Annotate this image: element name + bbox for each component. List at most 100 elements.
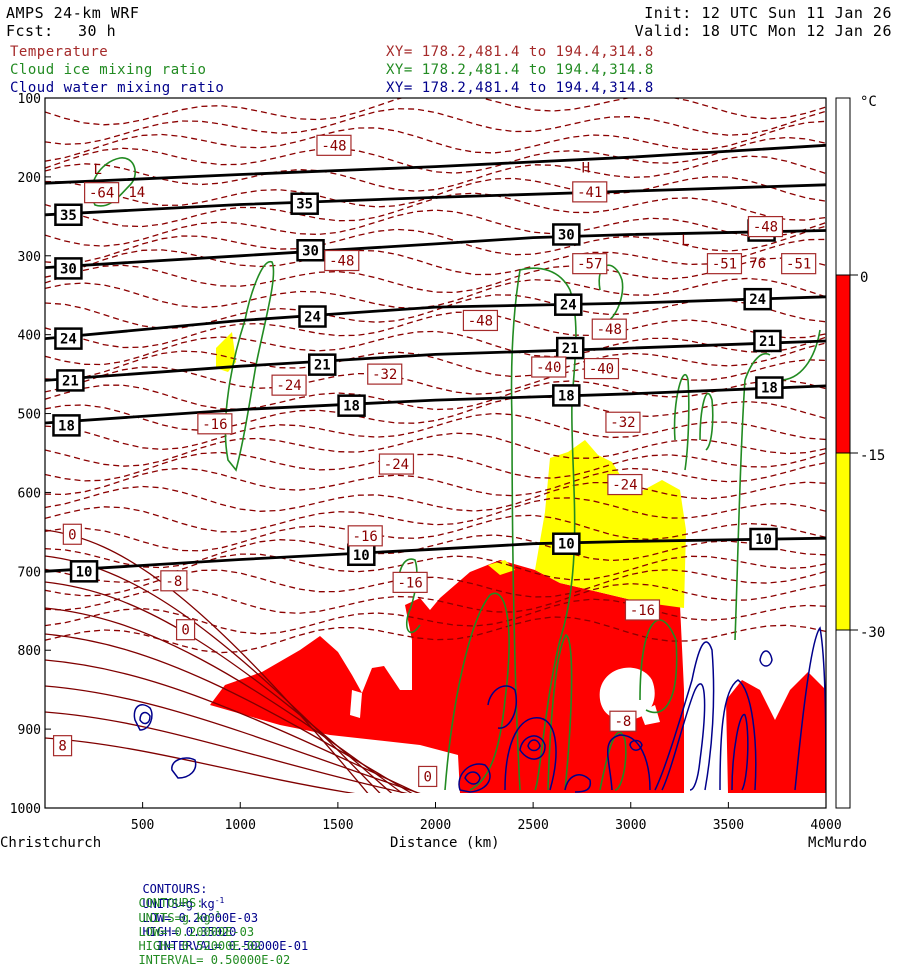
footer2-low: LOW= 0.20000E-03 [138, 925, 255, 939]
x-tick-label: 1500 [322, 818, 353, 833]
theta-label-text: 18 [58, 418, 75, 434]
extremum-label: L [681, 233, 689, 249]
theta-label-text: 18 [558, 388, 575, 404]
colorbar-white-bottom [835, 629, 851, 809]
temperature-label: 8 [52, 735, 73, 757]
temperature-label-text: -8 [615, 714, 632, 730]
temperature-label-text: -32 [372, 367, 397, 383]
temperature-label: -48 [324, 249, 360, 272]
temperature-label-text: 0 [181, 623, 189, 639]
temperature-label-text: -51 [786, 257, 811, 273]
temp-fill-hole-3 [350, 690, 362, 718]
x-left-endpoint: Christchurch [0, 835, 101, 851]
x-tick-label: 1000 [225, 818, 256, 833]
theta-label-text: 35 [60, 208, 77, 224]
temperature-label: -48 [316, 134, 352, 156]
extremum-label: 14 [128, 185, 145, 201]
temperature-label-text: -48 [321, 138, 346, 154]
temperature-label: -24 [607, 473, 643, 496]
temperature-label-text: -48 [597, 322, 622, 338]
temperature-label: -48 [462, 309, 499, 332]
colorbar-label-30: -30 [860, 625, 885, 641]
temperature-label-text: 0 [423, 769, 431, 785]
theta-label: 35 [54, 203, 83, 227]
theta-label-text: 10 [353, 548, 370, 564]
colorbar-unit: °C [860, 94, 877, 110]
temperature-label-text: -57 [577, 257, 602, 273]
x-right-endpoint: McMurdo [808, 835, 867, 851]
x-tick-label: 3000 [615, 818, 646, 833]
x-tick-label: 500 [131, 818, 154, 833]
temperature-label-text: -16 [630, 603, 655, 619]
temperature-label: -24 [271, 374, 307, 396]
footer2-high: HIGH= 0.52000E-02 [138, 939, 262, 953]
theta-label: 30 [552, 223, 581, 246]
x-tick-label: 2000 [420, 818, 451, 833]
colorbar-label-0: 0 [860, 270, 868, 286]
temperature-label-text: -16 [202, 417, 227, 433]
theta-label: 30 [296, 239, 325, 262]
theta-label: 18 [755, 376, 784, 399]
theta-label-text: 24 [749, 292, 766, 308]
temperature-label: -57 [572, 253, 608, 275]
y-tick-label: 300 [18, 250, 41, 265]
temperature-label-text: -32 [610, 415, 635, 431]
temperature-label: -8 [609, 710, 637, 732]
temperature-label: -32 [367, 363, 403, 385]
temperature-label-text: 0 [68, 527, 76, 543]
theta-label: 10 [552, 532, 581, 555]
footer2-prefix: CONTOURS: [138, 896, 204, 910]
theta-label: 21 [308, 353, 337, 376]
temperature-label: 0 [418, 765, 438, 788]
theta-label: 24 [743, 287, 772, 311]
extremum-label: H [582, 160, 590, 176]
temperature-label: -40 [583, 357, 620, 380]
y-tick-label: 900 [18, 723, 41, 738]
temperature-label-text: -51 [712, 257, 737, 273]
temperature-label: -16 [197, 413, 233, 435]
theta-label-text: 21 [62, 373, 79, 389]
x-axis-title: Distance (km) [390, 835, 500, 851]
temperature-label: -48 [747, 215, 784, 238]
temperature-label-text: -40 [536, 360, 561, 376]
theta-label: 21 [555, 336, 585, 360]
theta-label: 35 [290, 192, 319, 215]
temperature-label: -16 [624, 599, 661, 621]
theta-label: 24 [298, 305, 327, 328]
temperature-label-text: -24 [276, 378, 301, 394]
theta-label: 10 [749, 527, 778, 551]
extremum-label: 76 [749, 256, 766, 272]
temperature-label-text: 8 [58, 739, 66, 755]
theta-label-text: 18 [761, 381, 778, 397]
y-tick-label: 500 [18, 408, 41, 423]
colorbar-red [835, 274, 851, 454]
temperature-label: -41 [572, 181, 608, 203]
temperature-label-text: -24 [612, 478, 637, 494]
y-tick-label: 200 [18, 171, 41, 186]
theta-label-text: 18 [343, 399, 360, 415]
theta-label-text: 30 [60, 261, 77, 277]
y-tick-label: 100 [18, 92, 41, 107]
temperature-label-text: -16 [397, 575, 422, 591]
temperature-label: -24 [378, 453, 415, 475]
theta-label-text: 21 [759, 334, 776, 350]
theta-label: 21 [753, 329, 782, 353]
theta-label-text: 24 [60, 332, 77, 348]
theta-label-text: 24 [560, 298, 577, 314]
y-tick-label: 800 [18, 644, 41, 659]
theta-label: 10 [69, 560, 99, 583]
y-tick-label: 1000 [10, 802, 41, 817]
theta-label: 30 [54, 257, 83, 280]
theta-label: 10 [347, 543, 376, 567]
theta-label: 24 [554, 293, 583, 316]
theta-label-text: 24 [304, 310, 321, 326]
temperature-label: -51 [781, 253, 817, 275]
temperature-label-text: -41 [577, 185, 602, 201]
temperature-label: -32 [605, 411, 641, 433]
colorbar-label-15: -15 [860, 448, 885, 464]
temperature-label: -16 [392, 571, 428, 593]
theta-label: 18 [337, 394, 366, 417]
y-tick-label: 700 [18, 565, 41, 580]
temperature-label: -48 [591, 318, 627, 340]
temperature-label: -16 [347, 525, 383, 547]
